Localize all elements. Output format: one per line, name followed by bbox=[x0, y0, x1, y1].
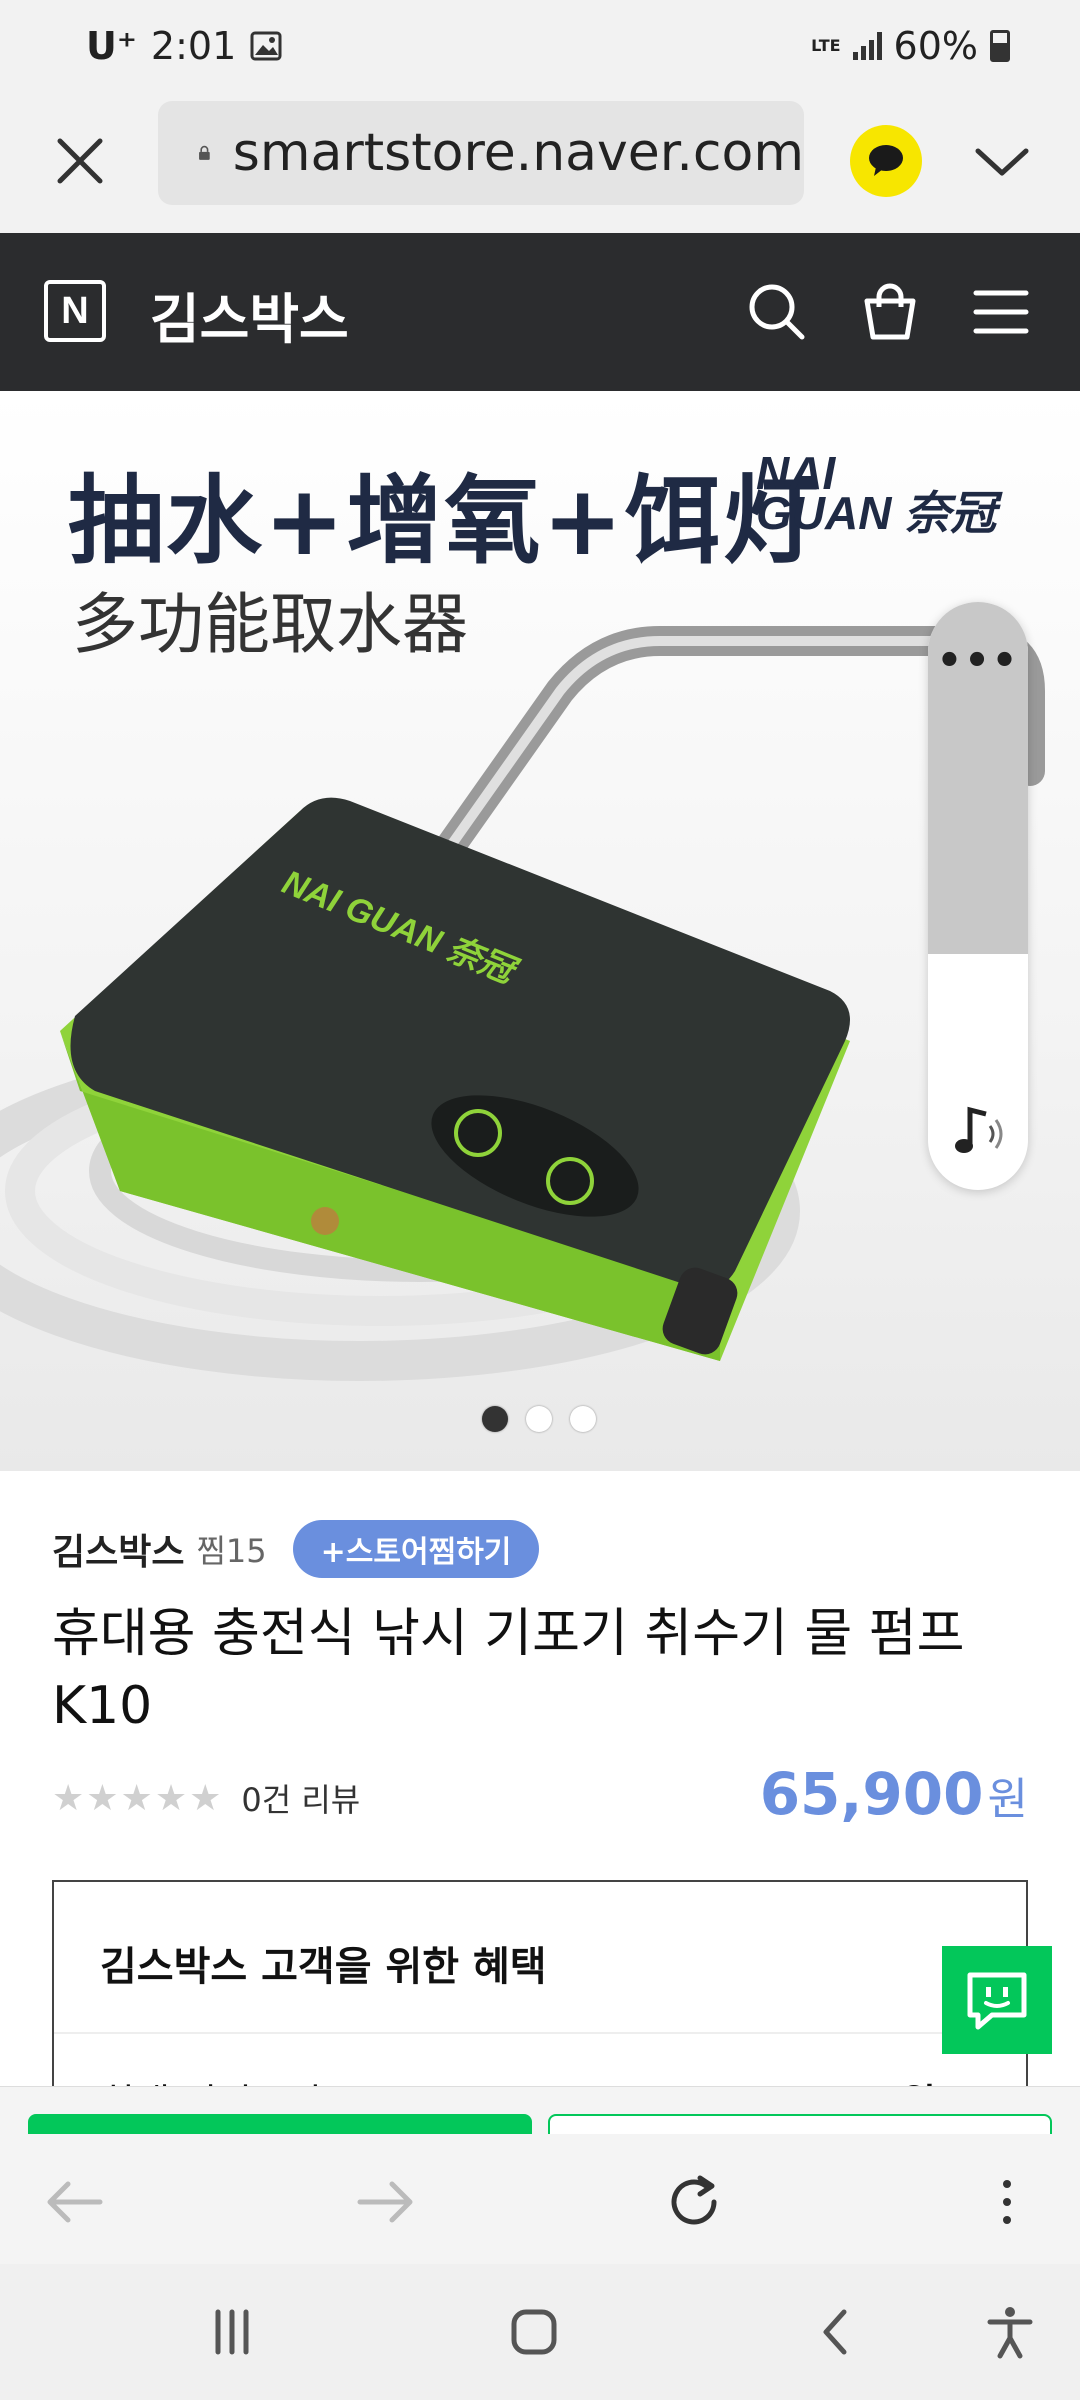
battery-icon bbox=[990, 30, 1010, 62]
hero-brand-logo: NAI GUAN 奈冠 bbox=[756, 450, 997, 539]
store-name[interactable]: 김스박스 bbox=[150, 275, 349, 354]
buy-button[interactable] bbox=[28, 2114, 532, 2134]
accessibility-icon[interactable] bbox=[980, 2304, 1040, 2360]
system-navigation-bar bbox=[0, 2264, 1080, 2400]
carousel-dot[interactable] bbox=[482, 1406, 508, 1432]
browser-toolbar bbox=[0, 2134, 1080, 2264]
status-left: U⁺ 2:01 bbox=[86, 24, 282, 68]
carousel-dot[interactable] bbox=[570, 1406, 596, 1432]
more-vertical-icon[interactable] bbox=[972, 2172, 1042, 2232]
price-unit: 원 bbox=[987, 1774, 1028, 1825]
store-follow-button[interactable]: +스토어찜하기 bbox=[292, 1520, 540, 1578]
signal-icon bbox=[852, 32, 882, 60]
hero-title: 抽水+增氧+饵灯 bbox=[68, 465, 821, 577]
kakao-talk-button[interactable] bbox=[850, 125, 922, 197]
status-bar: U⁺ 2:01 LTE 60% bbox=[0, 0, 1080, 95]
chat-bubble-icon bbox=[869, 145, 903, 176]
more-horizontal-icon[interactable]: ••• bbox=[928, 638, 1028, 684]
carousel-indicator bbox=[482, 1406, 596, 1432]
arrow-right-icon[interactable] bbox=[350, 2172, 420, 2232]
seller-row: 김스박스 찜15 +스토어찜하기 bbox=[52, 1520, 540, 1578]
product-title: 휴대용 충전식 낚시 기포기 취수기 물 펌프 K10 bbox=[52, 1604, 965, 1736]
rating-stars-icon: ★★★★★ bbox=[52, 1777, 224, 1819]
browser-side-panel[interactable]: ••• bbox=[928, 602, 1028, 1190]
home-icon[interactable] bbox=[504, 2304, 564, 2360]
naver-logo[interactable]: N bbox=[44, 280, 106, 342]
arrow-left-icon[interactable] bbox=[40, 2172, 110, 2232]
hamburger-menu-icon[interactable] bbox=[966, 277, 1036, 347]
url-field[interactable]: smartstore.naver.com bbox=[158, 101, 804, 205]
lock-icon bbox=[199, 145, 210, 160]
benefit-title: 김스박스 고객을 위한 혜택 bbox=[100, 1944, 547, 1990]
battery-percent: 60% bbox=[893, 24, 978, 68]
divider bbox=[54, 2032, 1026, 2034]
store-header: N 김스박스 bbox=[0, 233, 1080, 391]
review-count-link[interactable]: 0건 리뷰 bbox=[241, 1775, 360, 1821]
product-price: 65,900 원 bbox=[760, 1760, 1028, 1828]
brand-line-2: GUAN 奈冠 bbox=[756, 487, 997, 539]
recent-apps-icon[interactable] bbox=[202, 2304, 262, 2360]
close-icon[interactable] bbox=[50, 131, 110, 191]
benefit-box: 김스박스 고객을 위한 혜택 최대 적립포인트 659원 bbox=[52, 1880, 1028, 2125]
gallery-notification-icon bbox=[250, 31, 282, 61]
reload-icon[interactable] bbox=[660, 2172, 730, 2232]
network-indicator: LTE bbox=[811, 36, 841, 55]
search-icon[interactable] bbox=[742, 277, 812, 347]
favorite-count: 찜15 bbox=[196, 1532, 267, 1570]
talk-talk-button[interactable] bbox=[942, 1946, 1052, 2054]
carrier-label: U⁺ bbox=[86, 24, 137, 68]
price-value: 65,900 bbox=[759, 1760, 984, 1828]
product-image-carousel[interactable]: NAI GUAN 奈冠 抽水+增氧+饵灯 多功能取水器 NAI GUAN 奈冠 bbox=[0, 391, 1080, 1471]
seller-name[interactable]: 김스박스 bbox=[52, 1523, 184, 1575]
cart-button[interactable] bbox=[548, 2114, 1052, 2134]
status-time: 2:01 bbox=[150, 24, 237, 68]
browser-url-bar: smartstore.naver.com bbox=[0, 95, 1080, 233]
back-icon[interactable] bbox=[806, 2304, 866, 2360]
music-note-icon[interactable] bbox=[952, 1100, 1008, 1160]
status-right: LTE 60% bbox=[811, 24, 1010, 68]
hero-subtitle: 多功能取水器 bbox=[72, 586, 468, 663]
url-text: smartstore.naver.com bbox=[232, 123, 804, 183]
chat-face-icon bbox=[967, 1972, 1027, 2030]
carousel-dot[interactable] bbox=[526, 1406, 552, 1432]
shopping-bag-icon[interactable] bbox=[855, 277, 925, 347]
chevron-down-icon[interactable] bbox=[970, 133, 1034, 189]
rating-row: ★★★★★ 0건 리뷰 bbox=[52, 1775, 360, 1821]
